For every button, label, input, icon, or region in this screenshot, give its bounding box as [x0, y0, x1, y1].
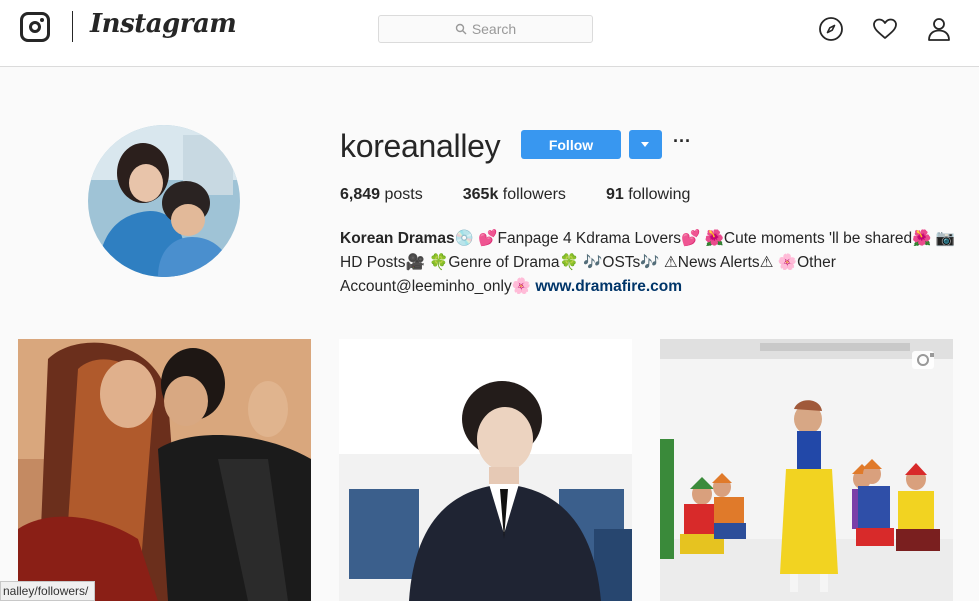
bio-text-1: 💿 💕Fanpage 4 Kdrama Lovers💕 🌺Cute moment…	[454, 230, 956, 247]
bio-line-2: HD Posts🎥 🍀Genre of Drama🍀 🎶OSTs🎶 ⚠News …	[340, 254, 836, 271]
status-bar-url: nalley/followers/	[0, 581, 96, 601]
post-couple-photo	[18, 339, 311, 601]
post-tile-2[interactable]	[339, 339, 632, 601]
post-man-in-suit	[339, 339, 632, 601]
person-icon[interactable]	[926, 16, 952, 42]
bio-full-name: Korean Dramas	[340, 230, 455, 247]
instagram-logo-icon[interactable]	[20, 12, 50, 42]
post-snow-white-dance	[660, 339, 953, 601]
bio-line-1: Korean Dramas💿 💕Fanpage 4 Kdrama Lovers💕…	[340, 227, 960, 251]
search-icon	[455, 23, 467, 35]
post-tile-1[interactable]	[18, 339, 311, 601]
heart-icon[interactable]	[872, 16, 898, 42]
profile-bio: Korean Dramas💿 💕Fanpage 4 Kdrama Lovers💕…	[340, 227, 960, 299]
search-placeholder: Search	[471, 21, 517, 37]
chevron-down-icon	[641, 142, 649, 147]
profile-username: koreanalley	[340, 128, 501, 164]
followers-link[interactable]: 365k followers	[463, 186, 566, 204]
bio-line-3: Account@leeminho_only🌸 www.dramafire.com	[340, 275, 960, 299]
bio-text-3: Account@leeminho_only🌸	[340, 278, 536, 295]
top-navigation-bar: Instagram Search	[0, 0, 979, 67]
website-link[interactable]: www.dramafire.com	[535, 278, 682, 295]
compass-icon[interactable]	[818, 16, 844, 42]
posts-count: 6,849 posts	[340, 186, 423, 203]
post-tile-3[interactable]	[660, 339, 953, 601]
profile-avatar	[88, 125, 240, 277]
following-link[interactable]: 91 following	[606, 186, 691, 204]
logo-divider	[72, 11, 73, 42]
follow-button[interactable]: Follow	[521, 130, 621, 159]
more-options-button[interactable]: ···	[673, 131, 693, 159]
suggestions-dropdown-button[interactable]	[629, 130, 662, 159]
instagram-wordmark[interactable]: Instagram	[90, 9, 237, 39]
video-camera-icon	[912, 351, 934, 369]
profile-stats: 6,849 posts 365k followers 91 following	[340, 186, 730, 204]
search-input[interactable]: Search	[378, 15, 593, 43]
